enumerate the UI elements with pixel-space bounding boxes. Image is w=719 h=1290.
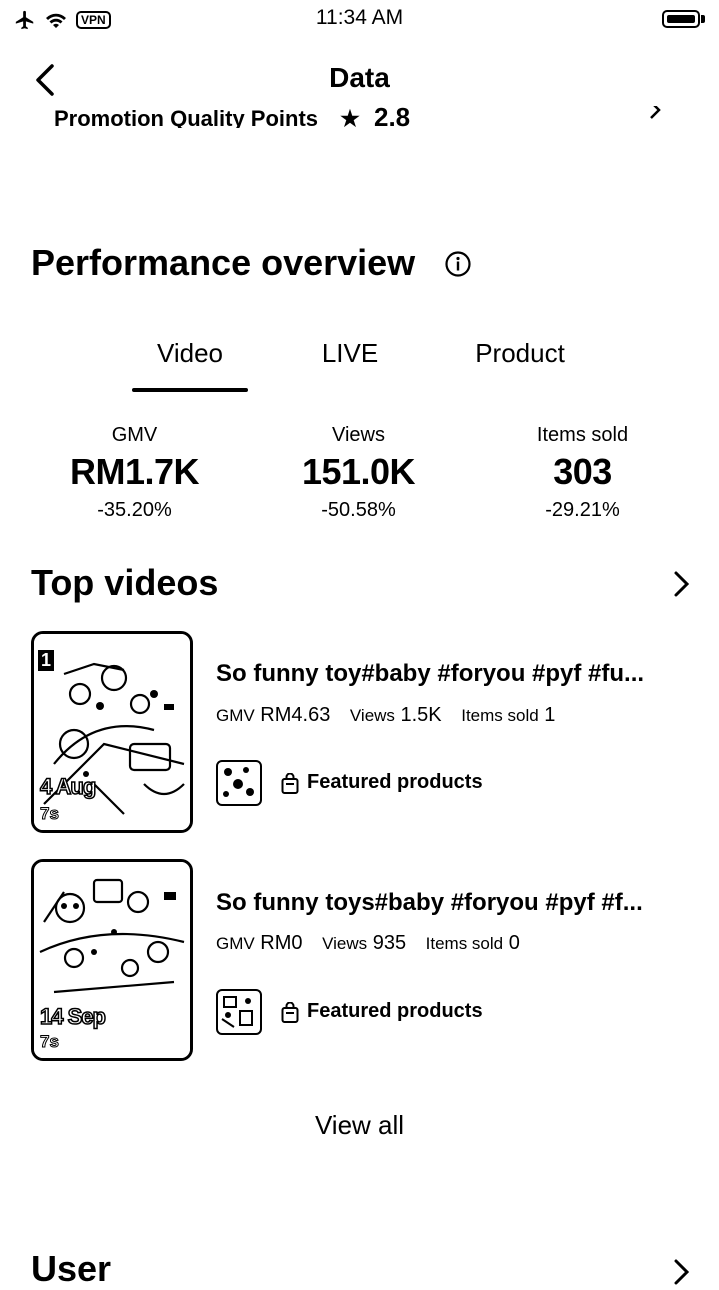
clipped-quality-row: Promotion Quality Points ★ 2.8 (54, 106, 674, 128)
shopping-bag-icon (281, 773, 299, 794)
star-icon: ★ (340, 106, 360, 128)
tab-live[interactable]: LIVE (300, 338, 400, 369)
items-sold-value: 0 (508, 932, 520, 954)
views-value: 1.5K (400, 704, 442, 726)
featured-products-link[interactable]: Featured products (307, 771, 483, 794)
video-stats: GMV RM0 Views 935 Items sold 0 (216, 932, 520, 955)
page-title: Data (329, 62, 390, 93)
product-thumbnail (216, 760, 262, 806)
top-videos-title: Top videos (31, 562, 219, 603)
quality-points-value: 2.8 (374, 106, 411, 128)
metric-value: 303 (553, 451, 612, 492)
metric-delta: -50.58% (321, 499, 396, 521)
video-title[interactable]: So funny toys#baby #foryou #pyf #f... (216, 889, 678, 917)
video-title[interactable]: So funny toy#baby #foryou #pyf #fu... (216, 660, 678, 688)
views-label: Views (349, 706, 395, 725)
video-date: 4 Aug (39, 773, 97, 800)
info-icon[interactable] (444, 250, 472, 278)
gmv-value: RM4.63 (260, 704, 331, 726)
items-sold-value: 1 (544, 704, 556, 726)
items-sold-label: Items sold (425, 934, 504, 953)
metric-delta: -29.21% (545, 499, 620, 521)
active-tab-indicator (132, 388, 248, 392)
metric-value: 151.0K (301, 451, 416, 492)
user-section-title: User (31, 1248, 112, 1289)
items-sold-label: Items sold (461, 706, 539, 725)
quality-points-label: Promotion Quality Points (54, 106, 319, 128)
metric-gmv: GMV RM1.7K -35.20% (15, 424, 254, 522)
shopping-bag-icon (281, 1002, 299, 1023)
gmv-label: GMV (216, 706, 255, 725)
video-duration: 7s (40, 804, 60, 824)
performance-overview-title: Performance overview (31, 242, 416, 283)
view-all-button[interactable]: View all (0, 1110, 719, 1141)
top-videos-chevron-icon[interactable] (670, 568, 694, 600)
product-thumbnail-image (223, 767, 254, 797)
tab-video[interactable]: Video (132, 338, 248, 369)
metric-value: RM1.7K (69, 451, 200, 492)
metric-label: GMV (111, 424, 158, 446)
battery-tip (701, 15, 705, 23)
video-rank-badge: 1 (38, 650, 55, 671)
gmv-value: RM0 (260, 932, 303, 954)
metric-delta: -35.20% (97, 499, 172, 521)
product-thumbnail-image (221, 996, 253, 1028)
video-thumbnail-image (34, 634, 190, 830)
metric-views: Views 151.0K -50.58% (239, 424, 478, 522)
metric-label: Views (332, 424, 385, 446)
tab-product[interactable]: Product (452, 338, 588, 369)
product-thumbnail (216, 989, 262, 1035)
status-time: 11:34 AM (315, 6, 404, 29)
video-stats: GMV RM4.63 Views 1.5K Items sold 1 (216, 704, 555, 727)
views-value: 935 (372, 932, 407, 954)
featured-products-link[interactable]: Featured products (307, 1000, 483, 1023)
battery-icon (662, 10, 700, 28)
video-thumbnail[interactable]: 14 Sep 7s (31, 859, 193, 1061)
views-label: Views (322, 934, 368, 953)
video-thumbnail[interactable]: 1 4 Aug 7s (31, 631, 193, 833)
video-duration: 7s (40, 1032, 60, 1052)
clipped-chevron-icon (650, 106, 661, 119)
metric-items-sold: Items sold 303 -29.21% (463, 424, 702, 522)
user-chevron-icon[interactable] (670, 1256, 694, 1288)
metric-label: Items sold (536, 424, 629, 446)
gmv-label: GMV (216, 934, 255, 953)
video-date: 14 Sep (39, 1003, 106, 1030)
